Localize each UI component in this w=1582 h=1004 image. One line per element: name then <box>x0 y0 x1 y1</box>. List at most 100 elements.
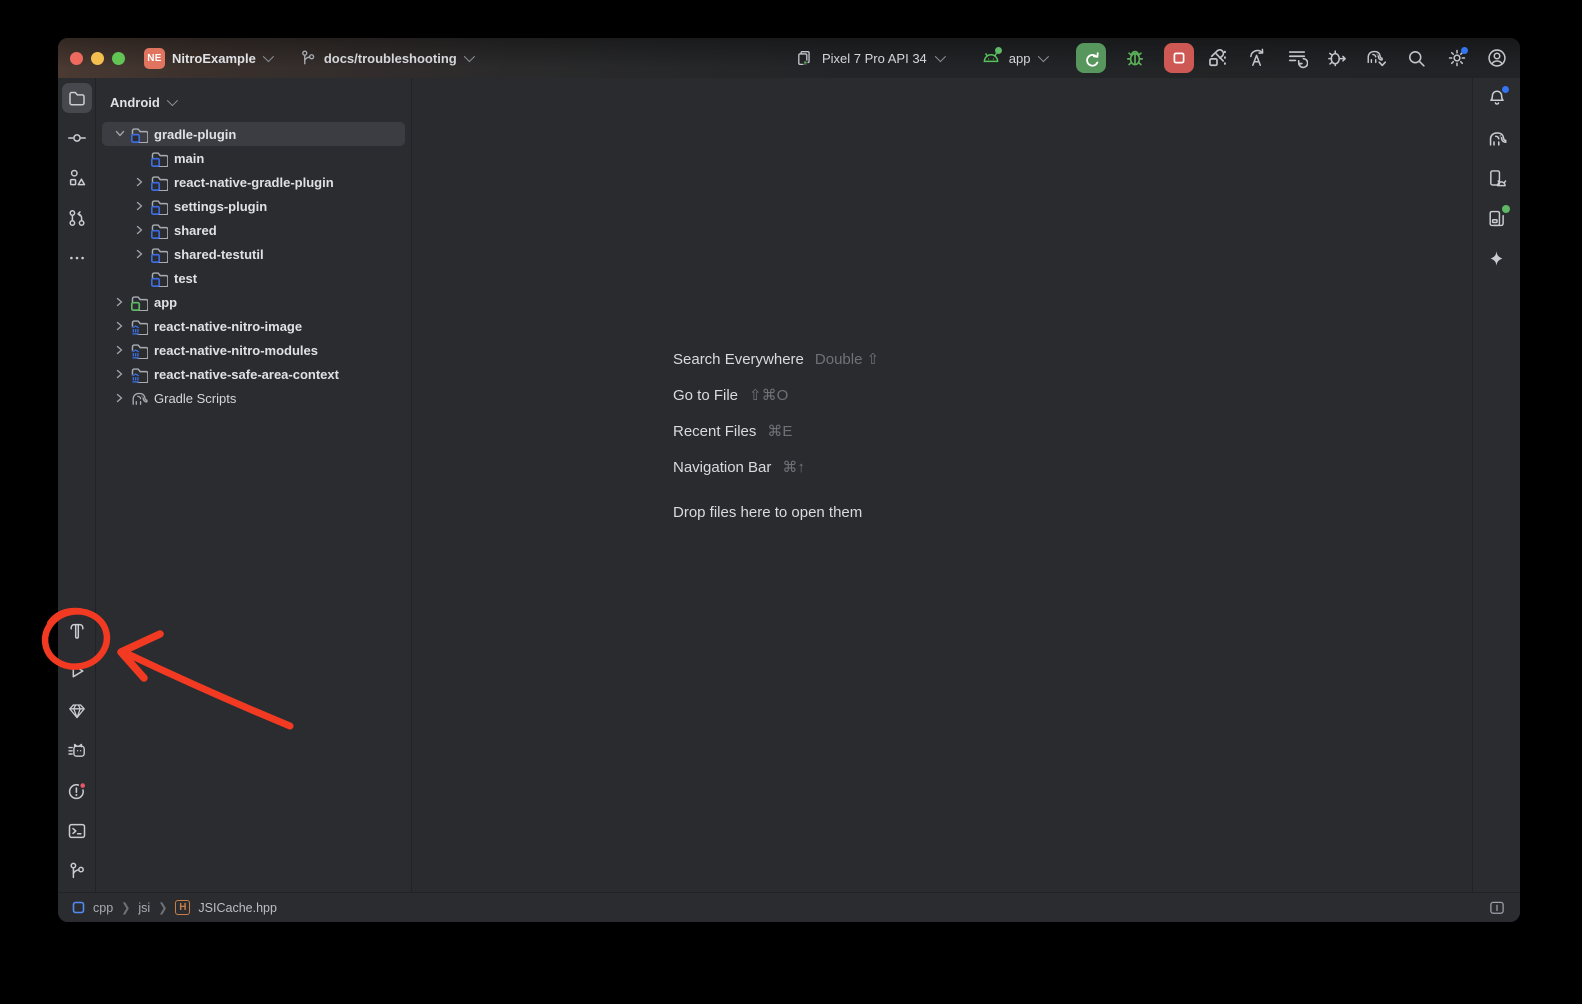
chevron-right-icon[interactable] <box>130 246 150 262</box>
chevron-right-icon: ❯ <box>158 900 167 914</box>
branch-name[interactable]: docs/troubleshooting <box>324 51 457 66</box>
project-tree: gradle-plugin main react-native-gradle-p… <box>96 122 411 410</box>
chevron-down-icon[interactable] <box>935 51 946 62</box>
tree-item[interactable]: app <box>102 290 405 314</box>
chevron-right-icon[interactable] <box>110 342 130 358</box>
apply-changes-icon[interactable] <box>1245 47 1268 70</box>
build-tool-button[interactable] <box>62 616 92 646</box>
tree-item[interactable]: shared-testutil <box>102 242 405 266</box>
library-module-folder-icon <box>130 341 148 359</box>
chevron-right-icon[interactable] <box>110 366 130 382</box>
gradle-elephant-icon <box>1487 128 1507 148</box>
zoom-button[interactable] <box>112 52 125 65</box>
search-everywhere-icon[interactable] <box>1405 47 1428 70</box>
left-tool-strip <box>58 78 96 892</box>
module-folder-icon <box>150 173 168 191</box>
close-button[interactable] <box>70 52 83 65</box>
tree-item[interactable]: Gradle Scripts <box>102 386 405 410</box>
debug-icon[interactable] <box>1124 47 1146 69</box>
app-quality-insights-button[interactable] <box>62 696 92 726</box>
profile-icon[interactable] <box>1485 47 1508 70</box>
module-folder-icon <box>150 149 168 167</box>
pull-requests-tool-button[interactable] <box>62 203 92 233</box>
chevron-right-icon[interactable] <box>110 390 130 406</box>
stop-button[interactable] <box>1164 43 1194 73</box>
minimize-button[interactable] <box>91 52 104 65</box>
library-module-folder-icon <box>130 365 148 383</box>
module-folder-icon <box>130 125 148 143</box>
breadcrumb-item[interactable]: JSICache.hpp <box>198 901 277 915</box>
device-selector[interactable]: Pixel 7 Pro API 34 <box>822 51 927 66</box>
module-square-icon <box>72 901 85 914</box>
chevron-right-icon: ❯ <box>121 900 130 914</box>
hint-label: Go to File <box>673 387 738 404</box>
notifications-button[interactable] <box>1482 83 1512 113</box>
module-folder-icon <box>150 269 168 287</box>
build-hammer-icon <box>67 621 87 641</box>
run-configuration[interactable]: app <box>1009 51 1031 66</box>
tree-item[interactable]: react-native-nitro-image <box>102 314 405 338</box>
chevron-down-icon[interactable] <box>1038 51 1049 62</box>
hint-keys: ⌘↑ <box>782 458 805 476</box>
tree-item[interactable]: main <box>102 146 405 170</box>
chevron-right-icon[interactable] <box>110 294 130 310</box>
problems-tool-button[interactable] <box>62 776 92 806</box>
tree-item[interactable]: shared <box>102 218 405 242</box>
tree-item[interactable]: react-native-nitro-modules <box>102 338 405 362</box>
settings-gear-icon[interactable] <box>1445 47 1468 70</box>
sparkle-icon <box>1487 249 1506 268</box>
project-tool-button[interactable] <box>62 83 92 113</box>
tree-item[interactable]: gradle-plugin <box>102 122 405 146</box>
attach-debugger-icon[interactable] <box>1325 47 1348 70</box>
tree-item[interactable]: test <box>102 266 405 290</box>
logcat-tool-button[interactable] <box>62 736 92 766</box>
chevron-right-icon[interactable] <box>130 174 150 190</box>
right-tool-strip <box>1472 78 1520 892</box>
gemini-assistant-button[interactable] <box>1482 243 1512 273</box>
hint-label: Search Everywhere <box>673 351 804 368</box>
hint-keys: Double ⇧ <box>815 350 879 368</box>
gradle-elephant-icon <box>130 389 148 407</box>
hint-keys: ⌘E <box>767 422 792 440</box>
project-logo-badge: NE <box>144 48 165 69</box>
chevron-down-icon[interactable] <box>110 126 130 142</box>
tree-item[interactable]: settings-plugin <box>102 194 405 218</box>
breadcrumb-item[interactable]: cpp <box>93 901 113 915</box>
tree-item[interactable]: react-native-gradle-plugin <box>102 170 405 194</box>
device-icon <box>795 49 814 68</box>
build-project-icon[interactable] <box>1205 47 1228 70</box>
module-folder-icon <box>150 221 168 239</box>
tree-item[interactable]: react-native-safe-area-context <box>102 362 405 386</box>
project-name[interactable]: NitroExample <box>172 51 256 66</box>
rerun-icon <box>1082 49 1101 68</box>
chevron-down-icon[interactable] <box>167 95 178 106</box>
status-bar: cpp ❯ jsi ❯ H JSICache.hpp <box>58 892 1520 922</box>
chevron-right-icon[interactable] <box>110 318 130 334</box>
chevron-down-icon[interactable] <box>463 51 474 62</box>
chevron-right-icon[interactable] <box>130 198 150 214</box>
chevron-right-icon[interactable] <box>130 222 150 238</box>
breadcrumb-item[interactable]: jsi <box>138 901 150 915</box>
chevron-down-icon[interactable] <box>263 51 274 62</box>
running-devices-button[interactable] <box>1482 203 1512 233</box>
project-panel: Android gradle-plugin main react-native-… <box>96 78 412 892</box>
build-variants-icon[interactable] <box>1285 47 1308 70</box>
gradle-tool-button[interactable] <box>1482 123 1512 153</box>
drop-files-hint: Drop files here to open them <box>673 494 879 530</box>
device-manager-button[interactable] <box>1482 163 1512 193</box>
run-tool-button[interactable] <box>62 656 92 686</box>
app-module-folder-icon <box>130 293 148 311</box>
traffic-lights <box>58 52 136 65</box>
shortcut-hints: Search Everywhere Double ⇧ Go to File ⇧⌘… <box>673 350 879 530</box>
status-widget-icon[interactable] <box>1488 899 1506 917</box>
commit-tool-button[interactable] <box>62 123 92 153</box>
terminal-tool-button[interactable] <box>62 816 92 846</box>
project-view-selector[interactable]: Android <box>110 95 160 110</box>
rerun-button[interactable] <box>1076 43 1106 73</box>
more-tool-windows-button[interactable] <box>62 243 92 273</box>
module-folder-icon <box>150 245 168 263</box>
title-bar: NE NitroExample docs/troubleshooting Pix… <box>58 38 1520 78</box>
version-control-tool-button[interactable] <box>62 856 92 886</box>
gradle-sync-icon[interactable] <box>1365 47 1388 70</box>
structure-tool-button[interactable] <box>62 163 92 193</box>
